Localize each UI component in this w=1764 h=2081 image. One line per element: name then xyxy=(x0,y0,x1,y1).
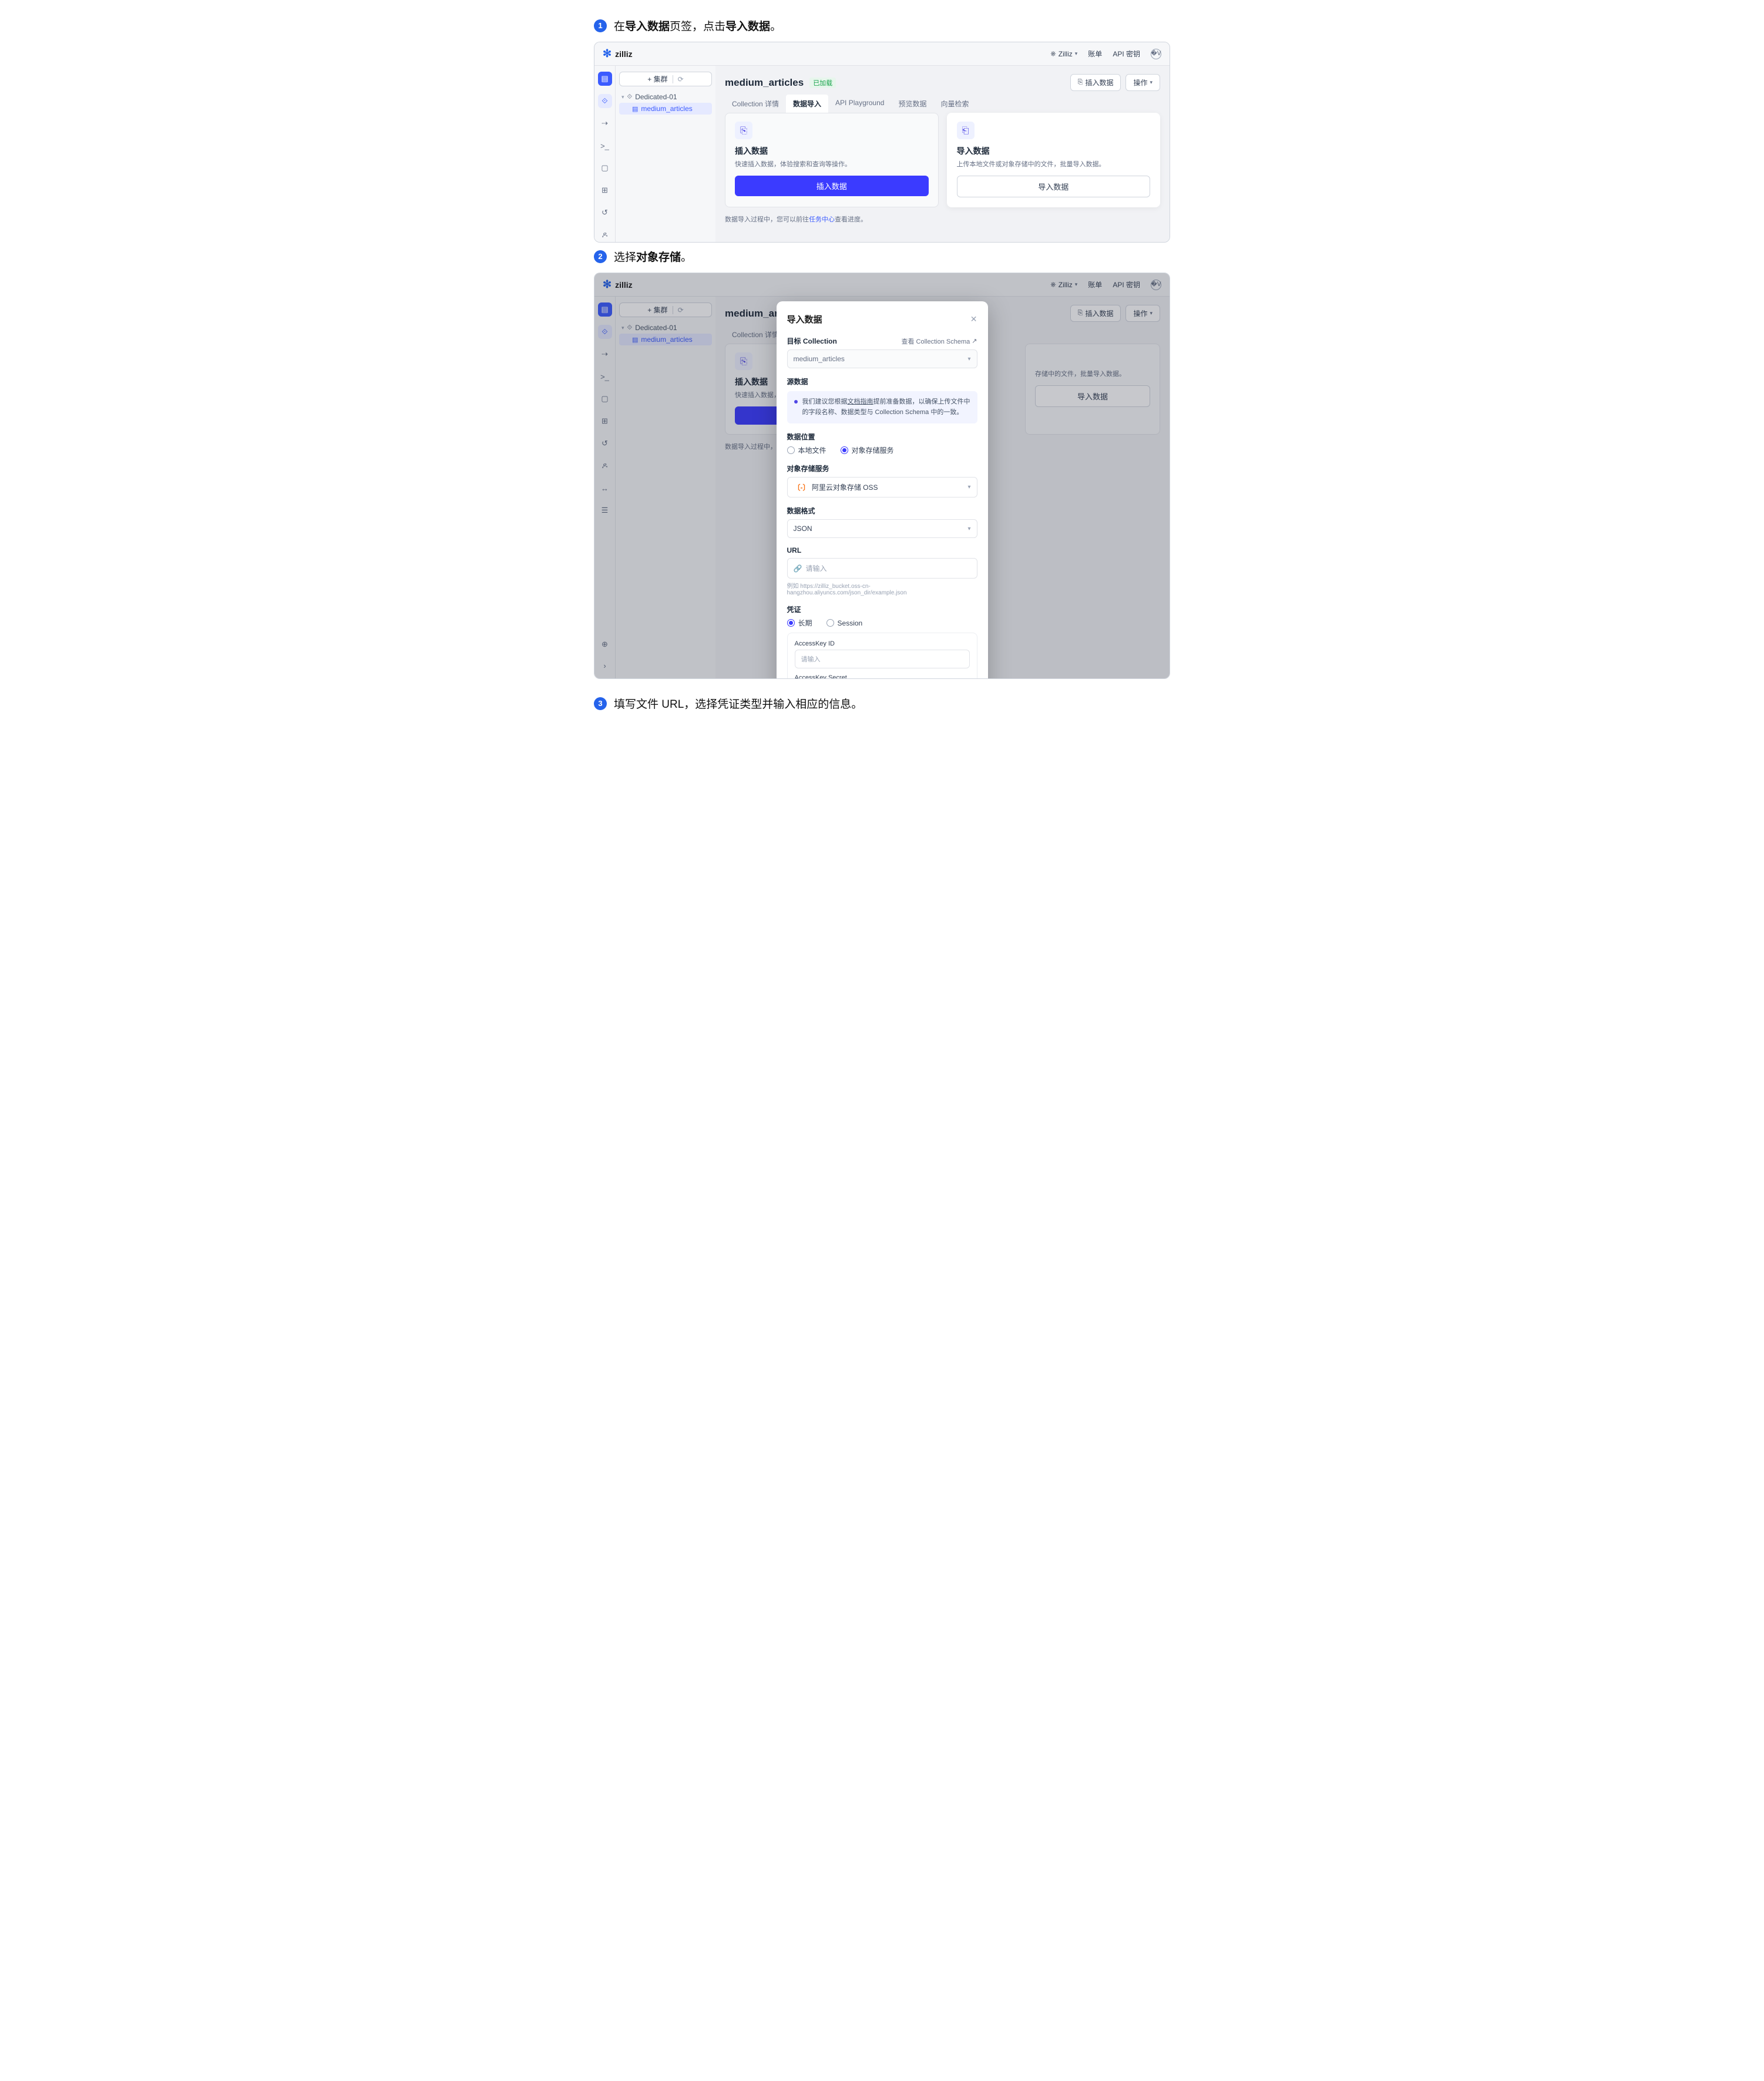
screenshot-2: ✻ zilliz ⎈ Zilliz ▾ 账单 API 密钥 �ᐯ ▤ ⟐ ⇢ >… xyxy=(594,273,1170,679)
step-3-heading: 3 填写文件 URL，选择凭证类型并输入相应的信息。 xyxy=(588,695,1176,711)
rail-pipeline-icon[interactable]: ⇢ xyxy=(598,116,612,130)
user-menu[interactable]: �ᐯ xyxy=(1151,49,1161,59)
close-icon[interactable]: ✕ xyxy=(970,314,977,324)
external-link-icon: ↗ xyxy=(972,337,977,345)
collection-node[interactable]: ▤ medium_articles xyxy=(619,103,712,115)
task-center-link[interactable]: 任务中心 xyxy=(809,216,835,223)
step-2-text: 选择对象存储。 xyxy=(614,248,692,264)
tab-details[interactable]: Collection 详情 xyxy=(725,95,786,113)
accesskey-id-input[interactable]: 请输入 xyxy=(795,650,970,668)
tabs: Collection 详情 数据导入 API Playground 预览数据 向… xyxy=(725,95,1160,113)
step-3-text: 填写文件 URL，选择凭证类型并输入相应的信息。 xyxy=(614,695,862,711)
refresh-icon[interactable]: ⟳ xyxy=(673,75,684,83)
card-desc: 快速插入数据，体验搜索和查询等操作。 xyxy=(735,159,929,169)
cluster-icon: ⟐ xyxy=(627,93,633,101)
info-icon xyxy=(794,400,798,404)
rail-history-icon[interactable]: ↺ xyxy=(598,206,612,220)
accesskey-secret-label: AccessKey Secret xyxy=(795,674,970,679)
chevron-down-icon: ▾ xyxy=(1150,79,1153,86)
main-content: medium_articles 已加载 ⎘ 插入数据 操作 ▾ xyxy=(715,66,1170,242)
step-1-heading: 1 在导入数据页签，点击导入数据。 xyxy=(588,18,1176,33)
card-title: 导入数据 xyxy=(957,145,1151,157)
cluster-tree: + 集群 ⟳ ▾ ⟐ Dedicated-01 ▤ medium_article… xyxy=(616,66,715,242)
operations-button[interactable]: 操作 ▾ xyxy=(1125,74,1160,91)
url-label: URL xyxy=(787,546,977,554)
card-import-button[interactable]: 导入数据 xyxy=(957,176,1151,197)
import-modal: 导入数据 ✕ 目标 Collection 查看 Collection Schem… xyxy=(777,301,988,679)
card-title: 插入数据 xyxy=(735,145,929,157)
rail-doc-icon[interactable]: ▢ xyxy=(598,161,612,175)
rail-code-icon[interactable]: >_ xyxy=(598,139,612,153)
object-storage-label: 对象存储服务 xyxy=(787,463,977,473)
step-badge: 2 xyxy=(594,250,607,263)
step-badge: 3 xyxy=(594,697,607,710)
chevron-down-icon: ▾ xyxy=(967,356,970,362)
insert-data-card: ⎘ 插入数据 快速插入数据，体验搜索和查询等操作。 插入数据 xyxy=(725,113,939,207)
step-badge: 1 xyxy=(594,19,607,32)
brand-icon: ✻ xyxy=(603,48,611,60)
import-note: 数据导入过程中，您可以前往任务中心查看进度。 xyxy=(725,214,1160,224)
url-input[interactable]: 🔗 请输入 xyxy=(787,558,977,579)
import-card-icon: ⎗ xyxy=(957,122,975,139)
data-location-radio: 本地文件 对象存储服务 xyxy=(787,445,977,455)
org-selector[interactable]: ⎈ Zilliz ▾ xyxy=(1050,49,1077,58)
screenshot-1: ✻ zilliz ⎈ Zilliz ▾ 账单 API 密钥 �ᐯ ▤ ⟐ ⇢ >… xyxy=(594,42,1170,243)
collection-icon: ▤ xyxy=(632,105,638,113)
storage-service-select[interactable]: 〔-〕 阿里云对象存储 OSS ▾ xyxy=(787,477,977,497)
data-location-label: 数据位置 xyxy=(787,432,977,442)
brand[interactable]: ✻ zilliz xyxy=(603,48,633,60)
tab-preview[interactable]: 预览数据 xyxy=(891,95,933,113)
rail-add-icon[interactable]: ⊞ xyxy=(598,183,612,197)
insert-data-button[interactable]: ⎘ 插入数据 xyxy=(1070,74,1121,91)
cluster-node[interactable]: ▾ ⟐ Dedicated-01 xyxy=(619,91,712,103)
radio-local-file[interactable]: 本地文件 xyxy=(787,445,826,455)
source-data-label: 源数据 xyxy=(787,376,977,386)
chevron-down-icon: ▾ xyxy=(967,484,970,490)
radio-session[interactable]: Session xyxy=(826,619,863,627)
org-icon: ⎈ xyxy=(1050,49,1056,58)
topbar: ✻ zilliz ⎈ Zilliz ▾ 账单 API 密钥 �ᐯ xyxy=(594,42,1170,66)
credentials-box: AccessKey ID 请输入 AccessKey Secret 请输入 如何… xyxy=(787,633,977,679)
link-icon: 🔗 xyxy=(794,564,802,573)
radio-longterm[interactable]: 长期 xyxy=(787,618,812,628)
import-data-card: ⎗ 导入数据 上传本地文件或对象存储中的文件，批量导入数据。 导入数据 xyxy=(947,113,1161,207)
url-hint: 例如 https://zilliz_bucket.oss-cn-hangzhou… xyxy=(787,581,977,596)
doc-guide-link[interactable]: 文档指南 xyxy=(848,398,873,405)
view-schema-link[interactable]: 查看 Collection Schema ↗ xyxy=(902,337,977,346)
target-collection-select[interactable]: medium_articles ▾ xyxy=(787,349,977,368)
add-cluster-button[interactable]: + 集群 ⟳ xyxy=(619,72,712,86)
tab-search[interactable]: 向量检索 xyxy=(933,95,976,113)
collection-title: medium_articles xyxy=(725,77,804,89)
rail-user-icon[interactable]: ዶ xyxy=(598,228,612,242)
insert-card-icon: ⎘ xyxy=(735,122,752,139)
radio-object-storage[interactable]: 对象存储服务 xyxy=(841,445,894,455)
alicloud-icon: 〔-〕 xyxy=(794,483,810,492)
rail-database-icon[interactable]: ▤ xyxy=(598,72,612,86)
tab-api-playground[interactable]: API Playground xyxy=(828,95,891,113)
step-1-text: 在导入数据页签，点击导入数据。 xyxy=(614,18,781,33)
import-modal-overlay: 导入数据 ✕ 目标 Collection 查看 Collection Schem… xyxy=(594,273,1170,678)
info-banner: 我们建议您根据文档指南提前准备数据，以确保上传文件中的字段名称、数据类型与 Co… xyxy=(787,391,977,423)
chevron-down-icon: ▾ xyxy=(621,94,624,100)
billing-link[interactable]: 账单 xyxy=(1088,49,1102,59)
credentials-radio: 长期 Session xyxy=(787,618,977,628)
target-collection-label: 目标 Collection xyxy=(787,336,837,346)
chevron-down-icon: ▾ xyxy=(1075,51,1078,57)
card-insert-button[interactable]: 插入数据 xyxy=(735,176,929,196)
data-format-select[interactable]: JSON ▾ xyxy=(787,519,977,538)
modal-title: 导入数据 xyxy=(787,313,822,325)
apikey-link[interactable]: API 密钥 xyxy=(1113,49,1140,59)
left-rail: ▤ ⟐ ⇢ >_ ▢ ⊞ ↺ ዶ xyxy=(594,66,616,242)
insert-icon: ⎘ xyxy=(1078,79,1083,86)
step-2-heading: 2 选择对象存储。 xyxy=(588,248,1176,264)
data-format-label: 数据格式 xyxy=(787,506,977,516)
tab-import[interactable]: 数据导入 xyxy=(786,95,828,113)
rail-vector-icon[interactable]: ⟐ xyxy=(598,94,612,108)
credentials-label: 凭证 xyxy=(787,604,977,614)
brand-text: zilliz xyxy=(615,49,633,59)
accesskey-id-label: AccessKey ID xyxy=(795,640,970,647)
chevron-down-icon: ▾ xyxy=(967,526,970,532)
status-badge: 已加载 xyxy=(809,78,836,88)
card-desc: 上传本地文件或对象存储中的文件，批量导入数据。 xyxy=(957,159,1151,169)
